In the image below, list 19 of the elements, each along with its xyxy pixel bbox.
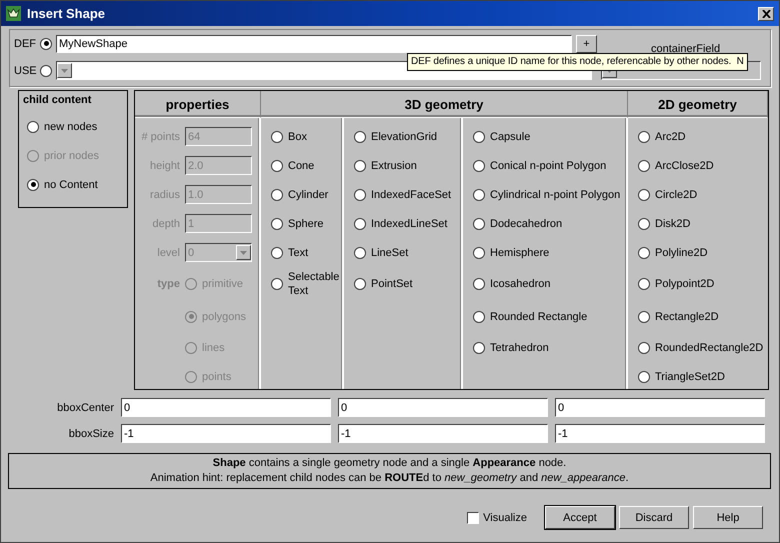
tooltip: DEF defines a unique ID name for this node, referencable by other nodes. N bbox=[407, 53, 748, 71]
hint-text: Shape contains a single geometry node and a single Appearance node. bbox=[212, 456, 566, 471]
container-field-label: containerField bbox=[651, 42, 720, 54]
use-label: USE bbox=[14, 64, 36, 76]
field-label: radius bbox=[149, 188, 180, 200]
window-title: Insert Shape bbox=[27, 6, 106, 21]
child-content-title: child content bbox=[23, 94, 92, 106]
column-header: 3D geometry bbox=[261, 91, 628, 118]
field-label: level bbox=[156, 246, 180, 258]
column-header: properties bbox=[135, 91, 261, 118]
type-label: type bbox=[156, 278, 180, 290]
column-header: 2D geometry bbox=[628, 91, 768, 118]
hint-text: Animation hint: replacement child nodes can be ROUTEd to new_geometry and new_appearance. bbox=[150, 471, 629, 486]
def-label: DEF bbox=[14, 38, 36, 50]
field-label: bboxCenter bbox=[56, 402, 114, 414]
field-label: depth bbox=[151, 218, 180, 230]
field-label: # points bbox=[140, 130, 180, 142]
field-label: bboxSize bbox=[68, 428, 114, 440]
field-label: height bbox=[149, 160, 180, 172]
